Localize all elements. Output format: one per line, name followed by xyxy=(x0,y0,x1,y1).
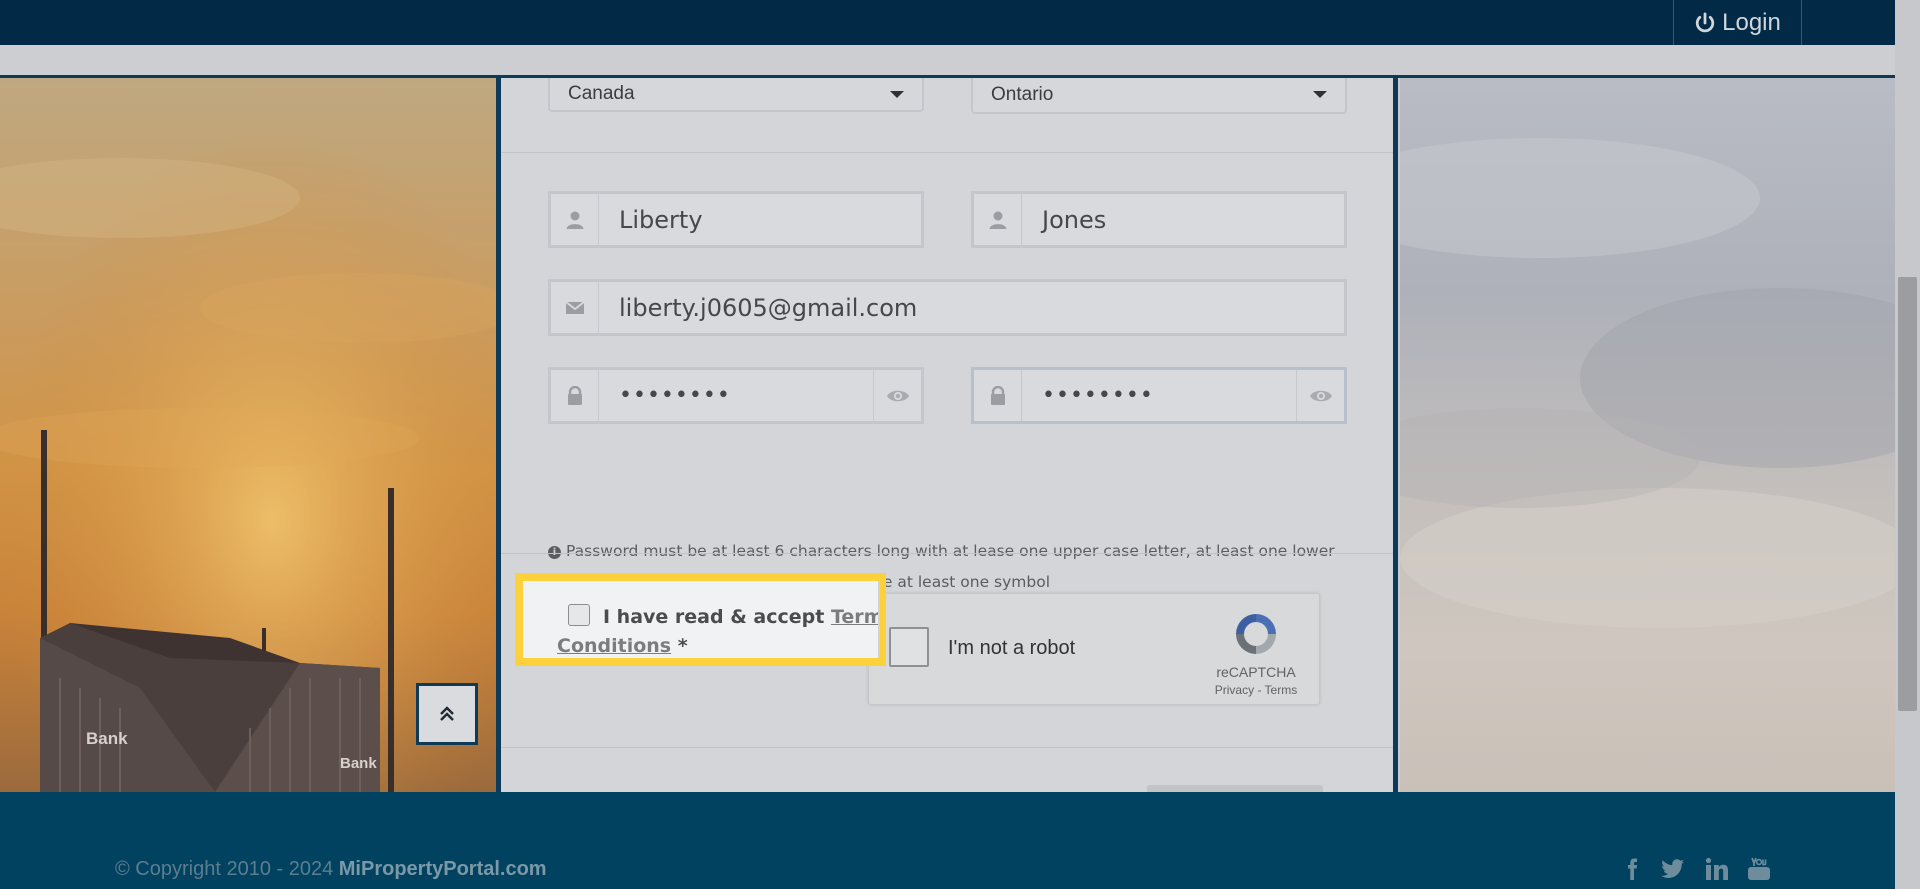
site-name[interactable]: MiPropertyPortal.com xyxy=(339,858,547,880)
confirm-password-field[interactable]: •••••••• xyxy=(971,367,1347,424)
terms-line-1: I have read & accept Terms & xyxy=(603,606,878,628)
terms-accept-group: I have read & accept Terms & Conditions … xyxy=(523,581,878,658)
twitter-icon[interactable] xyxy=(1660,855,1686,883)
email-value: liberty.j0605@gmail.com xyxy=(619,293,918,322)
recaptcha-label: I'm not a robot xyxy=(948,637,1076,659)
show-password-eye-icon[interactable] xyxy=(873,370,921,421)
first-name-value: Liberty xyxy=(619,205,703,234)
facebook-icon[interactable] xyxy=(1619,855,1645,883)
recaptcha-widget: I'm not a robot reCAPTCHA Privacy - Term… xyxy=(868,593,1320,705)
confirm-password-value: •••••••• xyxy=(1042,383,1154,408)
email-field[interactable]: liberty.j0605@gmail.com xyxy=(548,279,1347,336)
recaptcha-links[interactable]: Privacy - Terms xyxy=(1199,683,1313,697)
user-icon xyxy=(551,194,599,245)
recaptcha-checkbox[interactable] xyxy=(889,627,929,667)
terms-highlight-box: I have read & accept Terms & Conditions … xyxy=(515,573,886,666)
cloud-sky-illustration xyxy=(1400,138,1895,628)
terms-link[interactable]: Terms & xyxy=(831,606,878,628)
province-select[interactable]: Ontario xyxy=(971,78,1347,114)
terms-prefix: I have read & accept xyxy=(603,606,825,628)
required-asterisk: * xyxy=(677,635,688,657)
last-name-value: Jones xyxy=(1042,205,1107,234)
section-divider xyxy=(501,152,1393,153)
panel-border-right xyxy=(1393,78,1398,792)
chevron-down-icon xyxy=(890,91,904,98)
terms-line-2: Conditions * xyxy=(557,635,688,657)
bank-sign-left: Bank xyxy=(86,729,128,748)
chevron-down-icon xyxy=(1313,91,1327,98)
scroll-to-top-button[interactable] xyxy=(416,683,478,745)
envelope-icon xyxy=(551,282,599,333)
terms-checkbox[interactable] xyxy=(568,604,590,626)
power-icon xyxy=(1695,11,1715,32)
province-value: Ontario xyxy=(991,84,1054,105)
registration-form-panel: Canada Ontario Liberty Jones liberty.j06… xyxy=(501,78,1393,792)
background-image-right xyxy=(1400,78,1895,792)
country-select[interactable]: Canada xyxy=(548,78,924,112)
submit-button[interactable] xyxy=(1147,785,1323,792)
sub-navbar xyxy=(0,45,1895,77)
conditions-link[interactable]: Conditions xyxy=(557,635,671,657)
first-name-field[interactable]: Liberty xyxy=(548,191,924,248)
password-value: •••••••• xyxy=(619,383,731,408)
copyright-prefix: © Copyright 2010 - 2024 xyxy=(115,858,334,880)
section-divider xyxy=(501,553,1393,554)
linkedin-icon[interactable] xyxy=(1704,855,1730,883)
user-icon xyxy=(974,194,1022,245)
lock-icon xyxy=(551,370,599,421)
lock-icon xyxy=(974,370,1022,421)
copyright-text: © Copyright 2010 - 2024 MiPropertyPortal… xyxy=(115,858,547,881)
scrollbar-thumb[interactable] xyxy=(1898,277,1917,711)
youtube-icon[interactable] xyxy=(1746,855,1772,883)
section-divider xyxy=(501,747,1393,748)
top-navbar: Login xyxy=(0,0,1895,45)
double-chevron-up-icon xyxy=(440,706,454,721)
terms-box-edge xyxy=(878,581,880,658)
show-confirm-password-eye-icon[interactable] xyxy=(1296,370,1344,421)
password-field[interactable]: •••••••• xyxy=(548,367,924,424)
last-name-field[interactable]: Jones xyxy=(971,191,1347,248)
login-label: Login xyxy=(1722,8,1781,36)
login-button[interactable]: Login xyxy=(1673,0,1802,45)
recaptcha-brand: reCAPTCHA xyxy=(1216,664,1296,680)
country-value: Canada xyxy=(568,83,635,104)
recaptcha-logo-icon xyxy=(1236,614,1276,654)
bank-sign-right: Bank xyxy=(340,755,377,772)
